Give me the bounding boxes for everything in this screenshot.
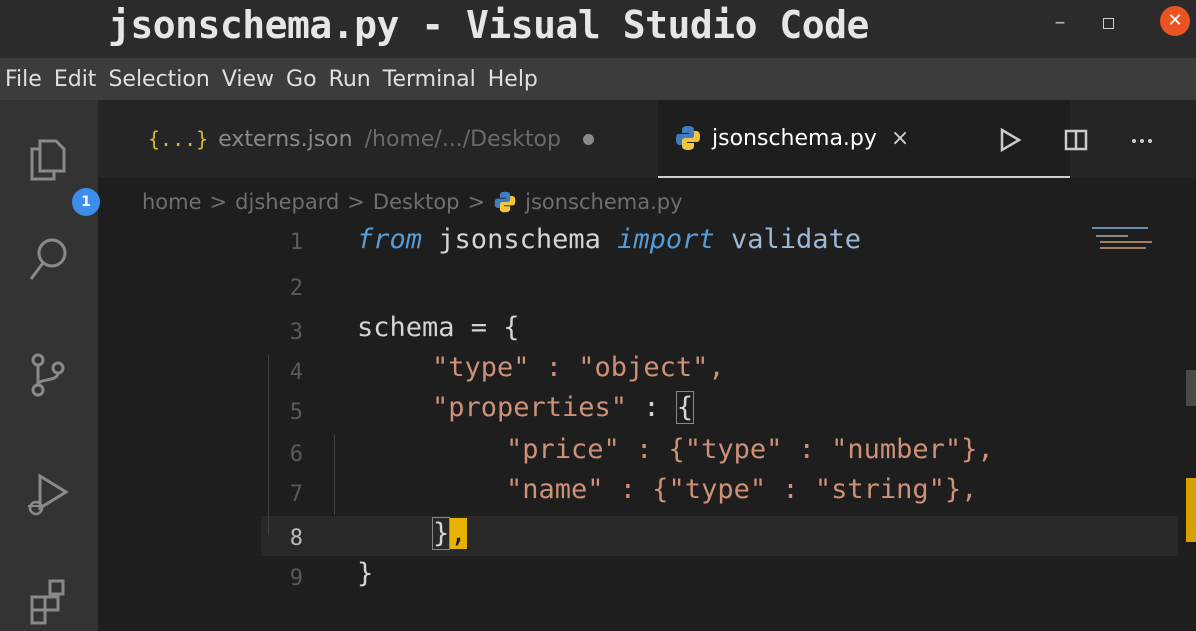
line-number: 6 [289, 442, 303, 467]
menu-run[interactable]: Run [323, 67, 377, 92]
tab-path: /home/.../Desktop [364, 126, 561, 152]
search-icon[interactable] [18, 230, 78, 290]
code-line-5: "properties" : { [432, 391, 695, 424]
explorer-badge: 1 [72, 188, 100, 216]
code-line-6: "price" : {"type" : "number"}, [506, 434, 994, 465]
code-line-8: }, [432, 517, 467, 550]
tab-bar: {...} externs.json /home/.../Desktop jso… [98, 100, 1196, 178]
tab-label: jsonschema.py [712, 125, 877, 151]
minimap[interactable] [1088, 222, 1158, 262]
line-number: 7 [289, 482, 303, 507]
keyword-from: from [357, 224, 423, 255]
run-debug-icon[interactable] [18, 465, 78, 525]
code-line-9: } [357, 558, 374, 589]
close-icon[interactable]: × [891, 126, 909, 151]
maximize-button[interactable] [1097, 10, 1119, 36]
line-number: 2 [289, 276, 303, 301]
menu-help[interactable]: Help [482, 67, 544, 92]
run-icon[interactable] [993, 123, 1027, 157]
code-line-3: schema = { [357, 312, 520, 343]
line-number: 5 [289, 400, 303, 425]
menu-selection[interactable]: Selection [102, 67, 215, 92]
menu-file[interactable]: File [0, 67, 48, 92]
line-number: 4 [289, 360, 303, 385]
minimize-button[interactable]: – [1045, 8, 1075, 38]
code-line-7: "name" : {"type" : "string"}, [506, 474, 978, 505]
code-editor[interactable]: 1 2 3 4 5 6 7 8 9 from jsonschema import… [98, 220, 1196, 631]
matched-brace: } [432, 517, 451, 550]
split-editor-icon[interactable] [1059, 123, 1093, 157]
breadcrumb: home > djshepard > Desktop > jsonschema.… [142, 184, 683, 220]
window-title: jsonschema.py - Visual Studio Code [108, 3, 869, 47]
scrollbar-thumb[interactable] [1186, 370, 1196, 406]
menu-edit[interactable]: Edit [48, 67, 103, 92]
text-cursor: , [450, 518, 467, 549]
chevron-right-icon: > [347, 190, 365, 214]
chevron-right-icon: > [209, 190, 228, 214]
source-control-icon[interactable] [18, 345, 78, 405]
breadcrumb-item-file[interactable]: jsonschema.py [525, 190, 682, 214]
menu-view[interactable]: View [216, 67, 280, 92]
menu-terminal[interactable]: Terminal [377, 67, 482, 92]
more-actions-icon[interactable] [1125, 123, 1159, 157]
matched-brace: { [675, 391, 695, 424]
imported-name: validate [730, 224, 861, 255]
menu-bar: File Edit Selection View Go Run Terminal… [0, 58, 1196, 100]
code-line-1: from jsonschema import validate [357, 224, 861, 255]
chevron-right-icon: > [467, 190, 486, 214]
tab-label: externs.json [218, 126, 353, 152]
scrollbar-marker [1186, 478, 1196, 542]
breadcrumb-item-desktop[interactable]: Desktop [373, 190, 460, 214]
module-name: jsonschema [438, 224, 601, 255]
python-icon [494, 191, 516, 213]
line-number: 3 [289, 320, 303, 345]
menu-go[interactable]: Go [280, 67, 323, 92]
python-icon [676, 126, 700, 150]
indent-guide [268, 355, 269, 535]
breadcrumb-item-home[interactable]: home [142, 190, 202, 214]
code-line-4: "type" : "object", [432, 352, 725, 383]
extensions-icon[interactable] [18, 570, 78, 630]
keyword-import: import [617, 224, 715, 255]
explorer-icon[interactable]: 1 [18, 130, 100, 216]
activity-bar: 1 [0, 100, 100, 631]
modified-dot-icon[interactable] [582, 133, 594, 145]
line-number: 1 [289, 230, 303, 255]
indent-guide [334, 435, 335, 515]
line-number-current: 8 [289, 526, 303, 551]
tab-externs-json[interactable]: {...} externs.json /home/.../Desktop [148, 100, 633, 178]
title-bar: jsonschema.py - Visual Studio Code – ✕ [0, 0, 1196, 58]
maximize-icon [1102, 17, 1114, 29]
line-number: 9 [289, 566, 303, 591]
colon-operator: : [627, 392, 676, 423]
string-key: "properties" [432, 392, 628, 423]
breadcrumb-item-djshepard[interactable]: djshepard [235, 190, 339, 214]
json-file-icon: {...} [148, 127, 209, 151]
close-button[interactable]: ✕ [1160, 6, 1190, 36]
editor-actions [993, 122, 1191, 158]
current-line-highlight [261, 516, 1178, 556]
